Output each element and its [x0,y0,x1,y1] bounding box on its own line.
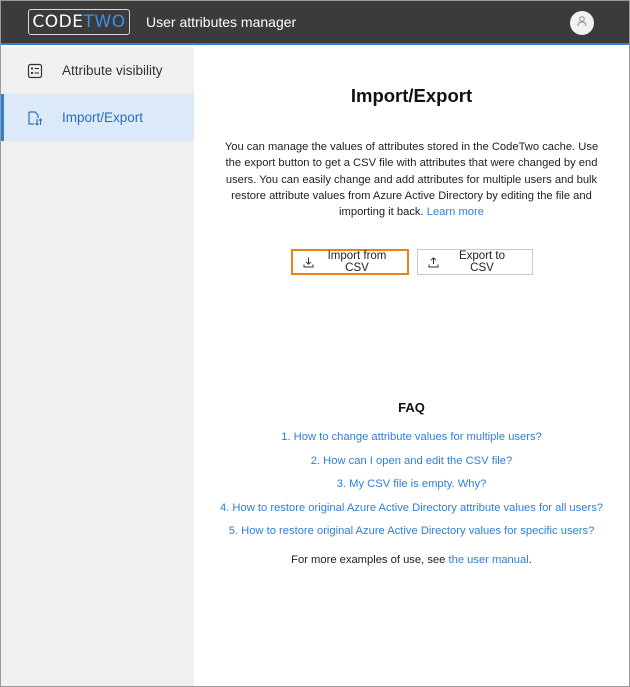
app-window: CODE TWO User attributes manager Attribu… [0,0,630,687]
more-prefix: For more examples of use, see [291,553,446,566]
more-examples-text: For more examples of use, see the user m… [194,554,629,566]
sidebar-item-label: Import/Export [62,110,144,125]
faq-list: 1. How to change attribute values for mu… [194,426,629,544]
list-icon [26,62,44,80]
more-suffix: . [528,553,532,566]
sidebar-item-attribute-visibility[interactable]: Attribute visibility [1,47,194,94]
import-from-csv-button[interactable]: Import from CSV [290,249,409,276]
logo-two-text: TWO [83,12,126,32]
import-export-icon [26,109,44,127]
export-button-label: Export to CSV [458,250,506,275]
user-icon [576,14,588,32]
logo-code-text: CODE [32,12,84,32]
page-title: Import/Export [350,85,473,106]
faq-link[interactable]: 1. How to change attribute values for mu… [281,431,542,443]
description-body: You can manage the values of attributes … [224,141,599,219]
faq-link[interactable]: 5. How to restore original Azure Active … [229,525,595,537]
user-manual-link[interactable]: the user manual [448,554,528,566]
download-icon [303,257,314,268]
description-text: You can manage the values of attributes … [220,139,604,220]
upload-icon [428,257,439,268]
faq-heading: FAQ [398,400,425,416]
faq-link[interactable]: 4. How to restore original Azure Active … [220,502,603,514]
sidebar-item-label: Attribute visibility [62,63,163,78]
sidebar-item-import-export[interactable]: Import/Export [1,94,194,141]
main-content: Import/Export You can manage the values … [194,47,629,686]
header-bar: CODE TWO User attributes manager [1,1,629,45]
user-avatar-button[interactable] [570,11,594,35]
faq-link[interactable]: 2. How can I open and edit the CSV file? [311,455,513,467]
faq-link[interactable]: 3. My CSV file is empty. Why? [337,478,487,490]
action-buttons: Import from CSV Export to CSV [194,249,629,276]
sidebar: Attribute visibility Import/Export [1,47,194,686]
export-to-csv-button[interactable]: Export to CSV [416,249,533,276]
learn-more-link[interactable]: Learn more [427,206,484,218]
codetwo-logo: CODE TWO [28,9,130,35]
import-button-label: Import from CSV [327,250,387,275]
app-title: User attributes manager [146,14,297,30]
